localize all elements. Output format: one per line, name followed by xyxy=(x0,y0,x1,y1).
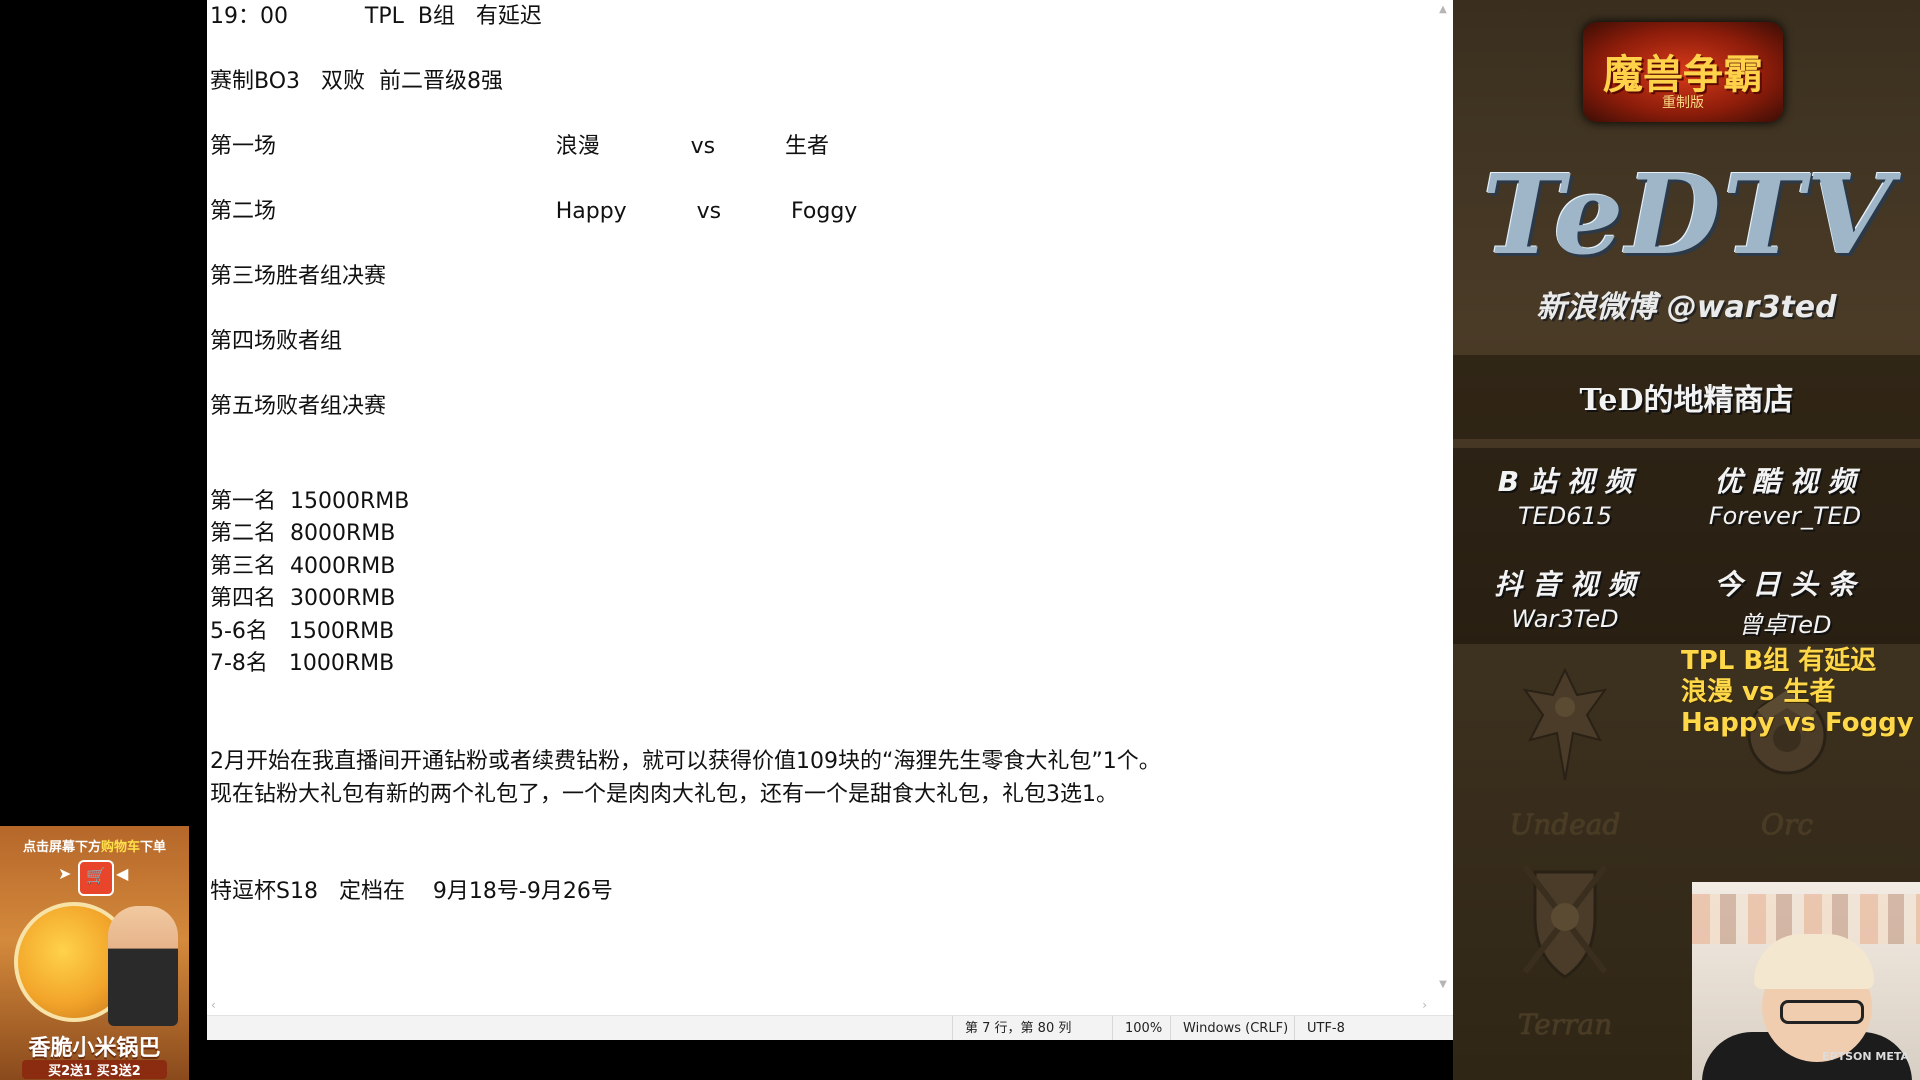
horizontal-scrollbar[interactable]: ‹ › xyxy=(207,995,1433,1015)
text-line: 第五场败者组决赛 xyxy=(210,394,387,419)
notepad-window: 19：00 TPL B组 有延迟 赛制BO3 双败 前二晋级8强 第一场 浪漫 … xyxy=(207,0,1453,1041)
bilibili-handle: TED615 xyxy=(1517,502,1613,530)
cart-icon[interactable]: 🛒 xyxy=(78,860,114,896)
text-line: 第三名 4000RMB xyxy=(210,554,396,579)
text-line: 赛制BO3 双败 前二晋级8强 xyxy=(210,69,503,94)
status-bar: 第 7 行，第 80 列 100% Windows (CRLF) UTF-8 xyxy=(207,1015,1453,1041)
douyin-handle: War3TeD xyxy=(1511,605,1619,633)
youku-handle: Forever_TED xyxy=(1708,502,1862,530)
text-editor[interactable]: 19：00 TPL B组 有延迟 赛制BO3 双败 前二晋级8强 第一场 浪漫 … xyxy=(210,0,1430,995)
text-line: 第四名 3000RMB xyxy=(210,586,396,611)
warcraft-logo: 魔兽争霸 重制版 xyxy=(1583,22,1783,122)
human-emblem-icon xyxy=(1522,865,1608,979)
bottom-black-area xyxy=(207,1040,1453,1080)
weibo-handle: 新浪微博 @war3ted xyxy=(1536,290,1837,325)
text-line: 5-6名 1500RMB xyxy=(210,619,395,644)
text-line: 第三场胜者组决赛 xyxy=(210,264,387,289)
undead-label: Undead xyxy=(1509,808,1621,841)
promo-title: 香脆小米锅巴 xyxy=(28,1036,161,1061)
text-line: 19：00 TPL B组 有延迟 xyxy=(210,4,542,29)
overlay-line: 浪漫 vs 生者 xyxy=(1681,677,1836,707)
promo-instruction: 点击屏幕下方购物车下单 xyxy=(22,840,167,855)
text-line: 第一名 15000RMB xyxy=(210,489,410,514)
shop-title: TeD的地精商店 xyxy=(1579,383,1794,418)
undead-emblem-icon xyxy=(1522,667,1608,781)
bilibili-label: B 站 视 频 xyxy=(1497,465,1633,498)
presenter-image xyxy=(108,906,178,1026)
encoding[interactable]: UTF-8 xyxy=(1294,1016,1387,1041)
text-line: 第一场 浪漫 vs 生者 xyxy=(210,134,830,159)
scroll-left-icon[interactable]: ‹ xyxy=(211,995,216,1015)
douyin-label: 抖 音 视 频 xyxy=(1494,568,1636,601)
scroll-right-icon[interactable]: › xyxy=(1422,995,1427,1015)
overlay-line: TPL B组 有延迟 xyxy=(1681,646,1877,676)
scroll-up-icon[interactable]: ▲ xyxy=(1433,0,1453,20)
toutiao-handle: 曾卓TeD xyxy=(1738,611,1832,639)
orc-label: Orc xyxy=(1760,808,1814,841)
text-line: 特逗杯S18 定档在 9月18号-9月26号 xyxy=(210,879,613,904)
text-line: 第二场 Happy vs Foggy xyxy=(210,199,858,224)
vertical-scrollbar[interactable]: ▲ ▼ xyxy=(1433,0,1453,995)
streamer-glasses xyxy=(1780,1000,1864,1024)
overlay-line: Happy vs Foggy xyxy=(1681,708,1914,738)
cursor-position: 第 7 行，第 80 列 xyxy=(952,1016,1100,1041)
stream-overlay-panel: 魔兽争霸 重制版 TeDTV 新浪微博 @war3ted TeD的地精商店 B … xyxy=(1453,0,1920,1080)
zoom-level[interactable]: 100% xyxy=(1112,1016,1170,1041)
tedtv-logo: TeDTV xyxy=(1482,150,1894,279)
youku-label: 优 酷 视 频 xyxy=(1714,465,1856,498)
promo-card[interactable]: 点击屏幕下方购物车下单 ➤ 🛒 ◀ 香脆小米锅巴 买2送1 买3送2 xyxy=(0,826,189,1080)
shirt-logo: EPTSON META xyxy=(1822,1050,1910,1063)
arrow-left-icon: ◀ xyxy=(116,864,129,883)
toutiao-label: 今 日 头 条 xyxy=(1714,568,1856,601)
text-line: 现在钻粉大礼包有新的两个礼包了，一个是肉肉大礼包，还有一个是甜食大礼包，礼包3选… xyxy=(210,782,1118,807)
scroll-down-icon[interactable]: ▼ xyxy=(1433,975,1453,995)
promo-subtitle: 买2送1 买3送2 xyxy=(22,1060,167,1079)
text-line: 第四场败者组 xyxy=(210,329,343,354)
text-line: 7-8名 1000RMB xyxy=(210,651,395,676)
webcam-feed: EPTSON META xyxy=(1692,882,1920,1080)
match-overlay: TPL B组 有延迟 浪漫 vs 生者 Happy vs Foggy xyxy=(1681,646,1916,739)
text-line: 2月开始在我直播间开通钻粉或者续费钻粉，就可以获得价值109块的“海狸先生零食大… xyxy=(210,749,1161,774)
line-ending[interactable]: Windows (CRLF) xyxy=(1170,1016,1295,1041)
terran-label: Terran xyxy=(1517,1008,1613,1041)
arrow-right-icon: ➤ xyxy=(58,864,72,883)
text-line: 第二名 8000RMB xyxy=(210,521,396,546)
